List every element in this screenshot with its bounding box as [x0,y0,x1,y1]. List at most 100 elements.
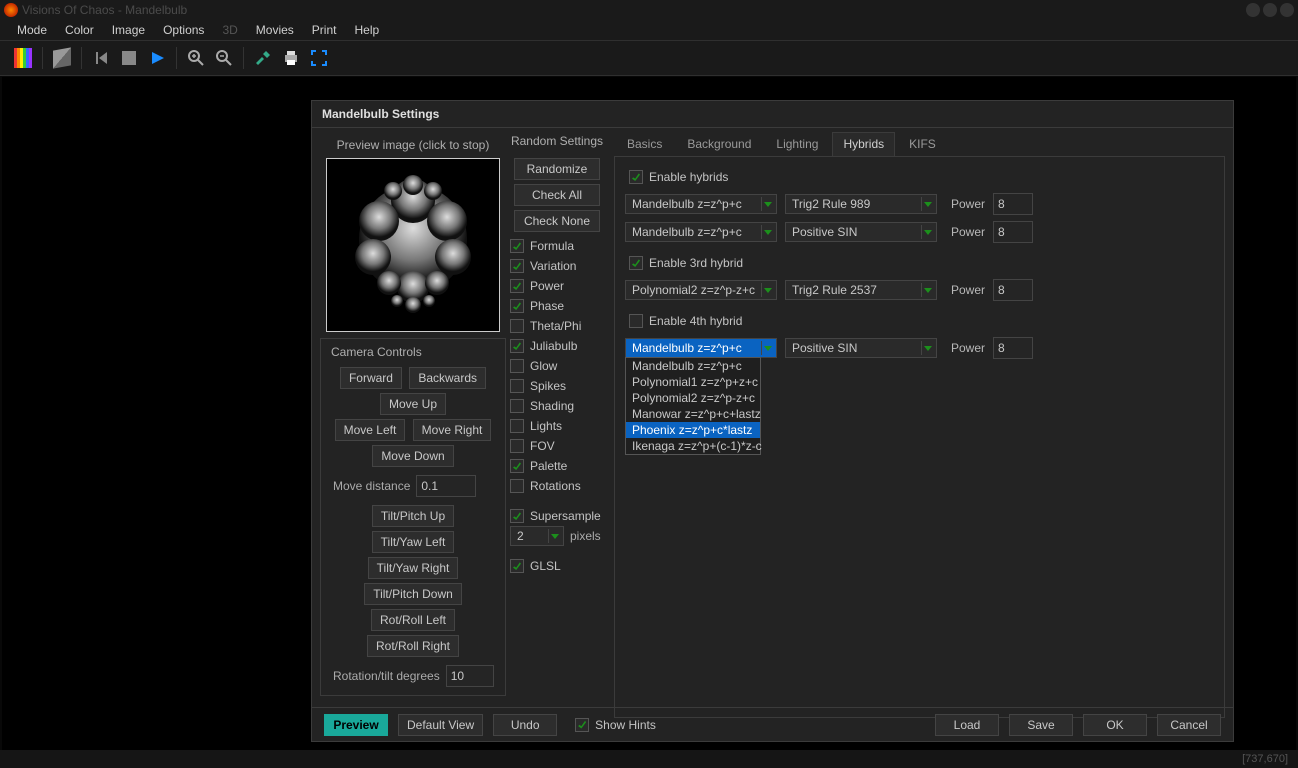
ok-button[interactable]: OK [1083,714,1147,736]
statusbar: [737,670] [0,750,1298,768]
tilt-pitch-up-button[interactable]: Tilt/Pitch Up [372,505,454,527]
zoom-out-icon[interactable] [213,47,235,69]
play-icon[interactable] [146,47,168,69]
hybrid1-formula-select[interactable]: Mandelbulb z=z^p+c [625,194,777,214]
hybrid4-formula-dropdown[interactable]: Mandelbulb z=z^p+c Polynomial1 z=z^p+z+c… [625,357,761,455]
tab-lighting[interactable]: Lighting [765,132,829,156]
juliabulb-checkbox[interactable]: Juliabulb [506,336,608,356]
tilt-yaw-left-button[interactable]: Tilt/Yaw Left [372,531,455,553]
printer-icon[interactable] [280,47,302,69]
rot-roll-left-button[interactable]: Rot/Roll Left [371,609,455,631]
hybrid1-power-input[interactable] [993,193,1033,215]
move-left-button[interactable]: Move Left [335,419,406,441]
hybrid2-variation-select[interactable]: Positive SIN [785,222,937,242]
move-right-button[interactable]: Move Right [413,419,492,441]
hybrid1-variation-select[interactable]: Trig2 Rule 989 [785,194,937,214]
menu-color[interactable]: Color [58,22,101,38]
hybrid2-power-input[interactable] [993,221,1033,243]
spikes-checkbox[interactable]: Spikes [506,376,608,396]
dropdown-option[interactable]: Manowar z=z^p+c+lastz [626,406,760,422]
tools-icon[interactable] [252,47,274,69]
menu-help[interactable]: Help [347,22,386,38]
load-button[interactable]: Load [935,714,999,736]
tab-basics[interactable]: Basics [616,132,673,156]
maximize-button[interactable] [1263,3,1277,17]
zoom-in-icon[interactable] [185,47,207,69]
dropdown-option[interactable]: Ikenaga z=z^p+(c-1)*z-c [626,438,760,454]
tabs: Basics Background Lighting Hybrids KIFS [614,132,1225,156]
lights-checkbox[interactable]: Lights [506,416,608,436]
save-button[interactable]: Save [1009,714,1073,736]
stop-icon[interactable] [118,47,140,69]
supersample-select[interactable]: 2 [510,526,564,546]
menu-options[interactable]: Options [156,22,211,38]
hybrid4-variation-select[interactable]: Positive SIN [785,338,937,358]
phase-checkbox[interactable]: Phase [506,296,608,316]
dropdown-option[interactable]: Phoenix z=z^p+c*lastz [626,422,760,438]
menu-image[interactable]: Image [105,22,152,38]
backwards-button[interactable]: Backwards [409,367,486,389]
forward-button[interactable]: Forward [340,367,402,389]
glsl-checkbox[interactable]: GLSL [506,556,608,576]
glow-checkbox[interactable]: Glow [506,356,608,376]
camera-controls-label: Camera Controls [323,343,503,365]
rotation-degrees-input[interactable] [446,665,494,687]
rot-roll-right-button[interactable]: Rot/Roll Right [367,635,459,657]
check-all-button[interactable]: Check All [514,184,600,206]
close-button[interactable] [1280,3,1294,17]
dropdown-option[interactable]: Mandelbulb z=z^p+c [626,358,760,374]
dropdown-option[interactable]: Polynomial2 z=z^p-z+c [626,390,760,406]
fov-checkbox[interactable]: FOV [506,436,608,456]
tilt-pitch-down-button[interactable]: Tilt/Pitch Down [364,583,462,605]
move-up-button[interactable]: Move Up [380,393,446,415]
enable-4th-hybrid-checkbox[interactable]: Enable 4th hybrid [625,311,1214,331]
formula-checkbox[interactable]: Formula [506,236,608,256]
move-distance-input[interactable] [416,475,476,497]
hybrid3-variation-select[interactable]: Trig2 Rule 2537 [785,280,937,300]
variation-checkbox[interactable]: Variation [506,256,608,276]
random-settings-column: Random Settings Randomize Check All Chec… [506,128,608,718]
dropdown-option[interactable]: Polynomial1 z=z^p+z+c [626,374,760,390]
enable-hybrids-checkbox[interactable]: Enable hybrids [625,167,1214,187]
tab-kifs[interactable]: KIFS [898,132,947,156]
menu-print[interactable]: Print [305,22,344,38]
randomize-button[interactable]: Randomize [514,158,600,180]
default-view-button[interactable]: Default View [398,714,483,736]
hybrid3-formula-select[interactable]: Polynomial2 z=z^p-z+c [625,280,777,300]
cube-icon[interactable] [51,47,73,69]
power-label: Power [951,341,985,355]
supersample-checkbox[interactable]: Supersample [506,506,608,526]
thetaphi-checkbox[interactable]: Theta/Phi [506,316,608,336]
hybrid4-formula-select[interactable]: Mandelbulb z=z^p+c [625,338,777,358]
rotations-checkbox[interactable]: Rotations [506,476,608,496]
enable-3rd-hybrid-checkbox[interactable]: Enable 3rd hybrid [625,253,1214,273]
minimize-button[interactable] [1246,3,1260,17]
skip-start-icon[interactable] [90,47,112,69]
palette-checkbox[interactable]: Palette [506,456,608,476]
tab-hybrids[interactable]: Hybrids [832,132,895,156]
dialog-footer: Preview Default View Undo Show Hints Loa… [312,707,1233,741]
fullscreen-icon[interactable] [308,47,330,69]
hybrid4-power-input[interactable] [993,337,1033,359]
tilt-yaw-right-button[interactable]: Tilt/Yaw Right [368,557,459,579]
undo-button[interactable]: Undo [493,714,557,736]
toolbar-separator [176,47,177,69]
hybrid2-formula-select[interactable]: Mandelbulb z=z^p+c [625,222,777,242]
palette-icon[interactable] [12,47,34,69]
menu-mode[interactable]: Mode [10,22,54,38]
show-hints-checkbox[interactable]: Show Hints [571,715,656,735]
cancel-button[interactable]: Cancel [1157,714,1221,736]
tab-background[interactable]: Background [676,132,762,156]
status-coords: [737,670] [1242,753,1298,765]
hybrid3-power-input[interactable] [993,279,1033,301]
check-none-button[interactable]: Check None [514,210,600,232]
main-window: Visions Of Chaos - Mandelbulb Mode Color… [0,0,1298,768]
tab-content-hybrids: Enable hybrids Mandelbulb z=z^p+c Trig2 … [614,156,1225,718]
menu-movies[interactable]: Movies [249,22,301,38]
move-down-button[interactable]: Move Down [372,445,453,467]
power-checkbox[interactable]: Power [506,276,608,296]
preview-image[interactable] [326,158,500,332]
shading-checkbox[interactable]: Shading [506,396,608,416]
menubar: Mode Color Image Options 3D Movies Print… [0,20,1298,40]
preview-button[interactable]: Preview [324,714,388,736]
